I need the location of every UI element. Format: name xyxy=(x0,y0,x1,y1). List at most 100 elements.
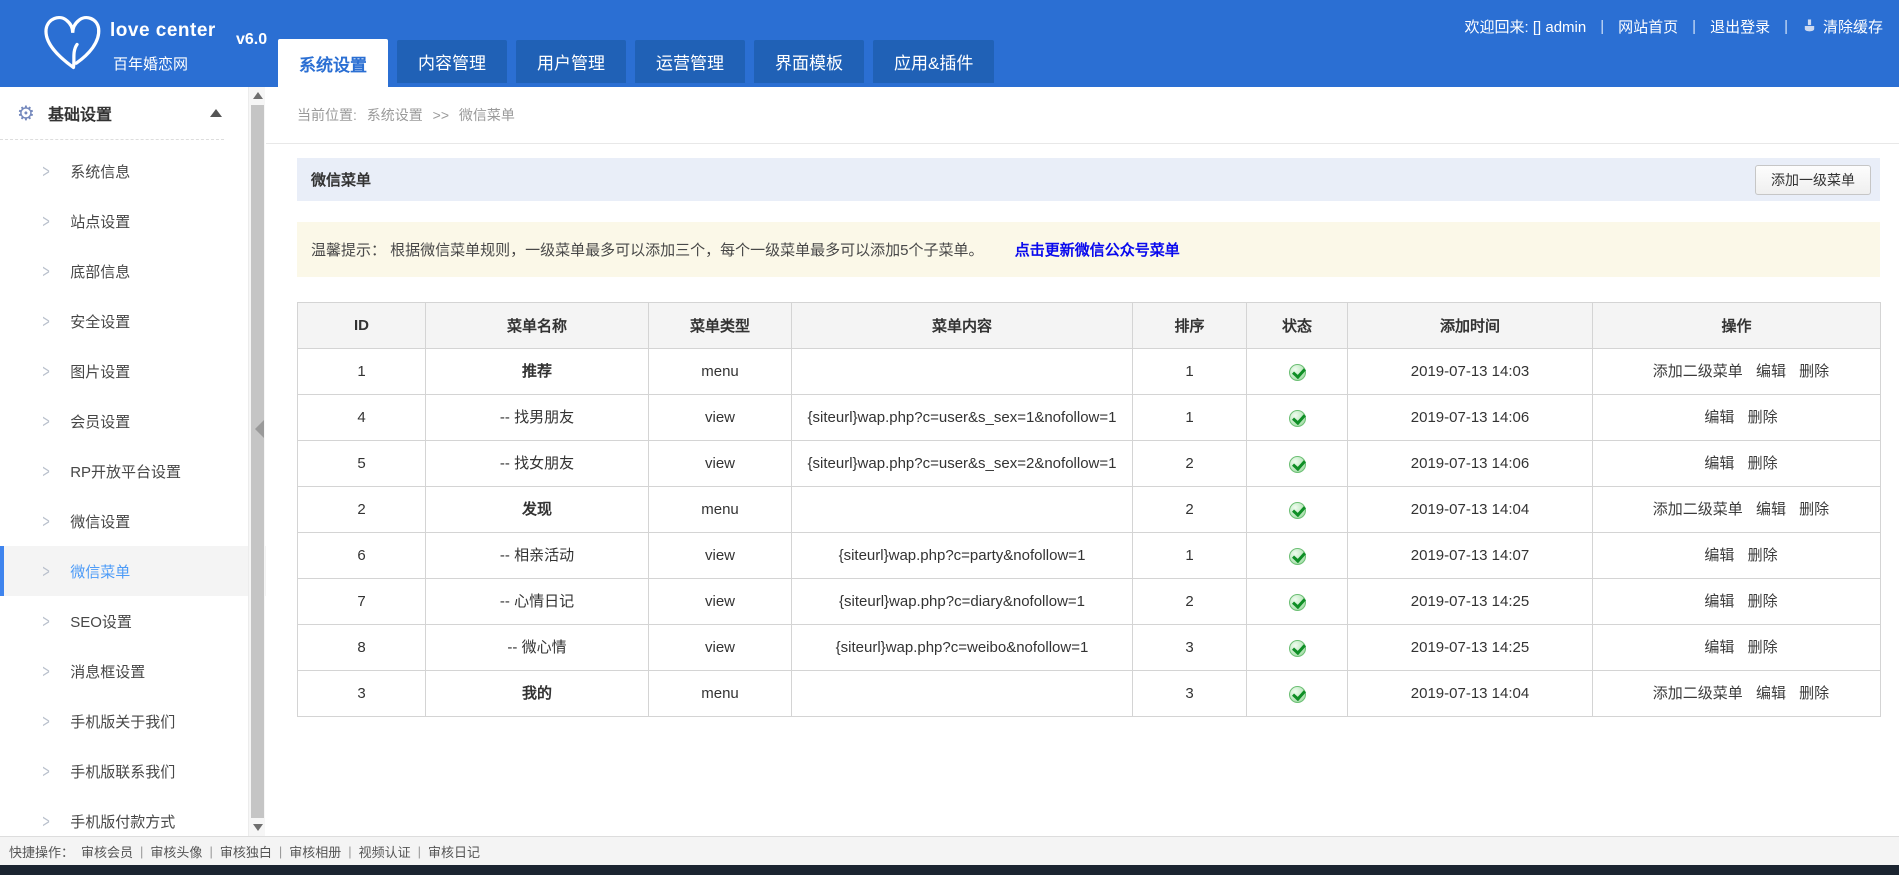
sidebar-item-member-settings[interactable]: >会员设置 xyxy=(0,396,266,446)
col-id: ID xyxy=(298,303,426,349)
logo-title: love center xyxy=(110,20,216,42)
edit-link[interactable]: 编辑 xyxy=(1756,501,1786,518)
sidebar-item-mobile-about-us[interactable]: >手机版关于我们 xyxy=(0,696,266,746)
status-enabled-icon[interactable] xyxy=(1289,686,1306,703)
delete-link[interactable]: 删除 xyxy=(1748,409,1778,426)
chevron-right-icon: > xyxy=(42,461,49,482)
cell-status xyxy=(1247,441,1348,487)
review-monologue-link[interactable]: 审核独白 xyxy=(220,842,272,861)
sidebar-item-seo-settings[interactable]: >SEO设置 xyxy=(0,596,266,646)
sidebar-item-wechat-menu[interactable]: >微信菜单 xyxy=(0,546,266,596)
sidebar-items: >系统信息 >站点设置 >底部信息 >安全设置 >图片设置 >会员设置 >RP开… xyxy=(0,146,266,836)
chevron-right-icon: > xyxy=(42,511,49,532)
clear-cache-link[interactable]: 清除缓存 xyxy=(1823,16,1883,37)
delete-link[interactable]: 删除 xyxy=(1799,363,1829,380)
quick-actions-label: 快捷操作： xyxy=(9,842,74,861)
sidebar-item-wechat-settings[interactable]: >微信设置 xyxy=(0,496,266,546)
delete-link[interactable]: 删除 xyxy=(1799,501,1829,518)
separator: | xyxy=(418,844,421,859)
status-enabled-icon[interactable] xyxy=(1289,364,1306,381)
edit-link[interactable]: 编辑 xyxy=(1704,639,1734,656)
add-submenu-link[interactable]: 添加二级菜单 xyxy=(1653,363,1743,380)
sidebar-group-header[interactable]: ⚙ 基础设置 xyxy=(0,87,266,139)
breadcrumb: 当前位置: 系统设置 >> 微信菜单 xyxy=(266,87,1899,144)
status-enabled-icon[interactable] xyxy=(1289,502,1306,519)
cell-actions: 编辑 删除 xyxy=(1593,625,1881,671)
delete-link[interactable]: 删除 xyxy=(1748,547,1778,564)
scroll-up-button[interactable] xyxy=(249,87,266,104)
cell-menu-type: view xyxy=(649,579,792,625)
sidebar-item-system-info[interactable]: >系统信息 xyxy=(0,146,266,196)
edit-link[interactable]: 编辑 xyxy=(1704,593,1734,610)
cell-actions: 编辑 删除 xyxy=(1593,441,1881,487)
edit-link[interactable]: 编辑 xyxy=(1704,409,1734,426)
review-diary-link[interactable]: 审核日记 xyxy=(428,842,480,861)
add-submenu-link[interactable]: 添加二级菜单 xyxy=(1653,685,1743,702)
status-enabled-icon[interactable] xyxy=(1289,456,1306,473)
status-enabled-icon[interactable] xyxy=(1289,410,1306,427)
tab-apps-plugins[interactable]: 应用&插件 xyxy=(873,40,994,83)
cell-id: 7 xyxy=(298,579,426,625)
add-submenu-link[interactable]: 添加二级菜单 xyxy=(1653,501,1743,518)
status-enabled-icon[interactable] xyxy=(1289,594,1306,611)
edit-link[interactable]: 编辑 xyxy=(1704,547,1734,564)
cell-menu-content: {siteurl}wap.php?c=weibo&nofollow=1 xyxy=(792,625,1133,671)
review-albums-link[interactable]: 审核相册 xyxy=(289,842,341,861)
tab-user-management[interactable]: 用户管理 xyxy=(516,40,626,83)
edit-link[interactable]: 编辑 xyxy=(1756,363,1786,380)
update-wechat-menu-link[interactable]: 点击更新微信公众号菜单 xyxy=(1015,242,1180,259)
collapse-up-icon[interactable] xyxy=(210,109,222,117)
scroll-down-button[interactable] xyxy=(249,819,266,836)
sidebar-item-image-settings[interactable]: >图片设置 xyxy=(0,346,266,396)
table-row: 8 -- 微心情 view {siteurl}wap.php?c=weibo&n… xyxy=(298,625,1881,671)
edit-link[interactable]: 编辑 xyxy=(1756,685,1786,702)
cell-sort: 1 xyxy=(1133,395,1247,441)
logout-link[interactable]: 退出登录 xyxy=(1710,16,1770,37)
delete-link[interactable]: 删除 xyxy=(1748,455,1778,472)
edit-link[interactable]: 编辑 xyxy=(1704,455,1734,472)
sidebar-collapse-handle[interactable] xyxy=(255,420,264,438)
tab-content-management[interactable]: 内容管理 xyxy=(397,40,507,83)
cell-menu-content xyxy=(792,671,1133,717)
sidebar-item-mobile-contact-us[interactable]: >手机版联系我们 xyxy=(0,746,266,796)
sidebar-item-footer-info[interactable]: >底部信息 xyxy=(0,246,266,296)
sidebar-item-rp-open-platform[interactable]: >RP开放平台设置 xyxy=(0,446,266,496)
chevron-right-icon: > xyxy=(42,411,49,432)
table-row: 3 我的 menu 3 2019-07-13 14:04 添加二级菜单 编辑 删… xyxy=(298,671,1881,717)
tab-system-settings[interactable]: 系统设置 xyxy=(278,39,388,87)
cell-status xyxy=(1247,671,1348,717)
breadcrumb-section[interactable]: 系统设置 xyxy=(367,107,423,123)
site-home-link[interactable]: 网站首页 xyxy=(1618,16,1678,37)
cell-actions: 编辑 删除 xyxy=(1593,395,1881,441)
sidebar-scrollbar[interactable] xyxy=(248,87,265,836)
tab-operations-management[interactable]: 运营管理 xyxy=(635,40,745,83)
sidebar-item-message-box-settings[interactable]: >消息框设置 xyxy=(0,646,266,696)
cell-added-time: 2019-07-13 14:04 xyxy=(1348,671,1593,717)
status-enabled-icon[interactable] xyxy=(1289,640,1306,657)
add-top-menu-button[interactable]: 添加一级菜单 xyxy=(1755,165,1871,195)
video-verification-link[interactable]: 视频认证 xyxy=(359,842,411,861)
table-row: 2 发现 menu 2 2019-07-13 14:04 添加二级菜单 编辑 删… xyxy=(298,487,1881,533)
delete-link[interactable]: 删除 xyxy=(1748,639,1778,656)
cell-menu-content: {siteurl}wap.php?c=diary&nofollow=1 xyxy=(792,579,1133,625)
cell-menu-content: {siteurl}wap.php?c=user&s_sex=1&nofollow… xyxy=(792,395,1133,441)
review-avatars-link[interactable]: 审核头像 xyxy=(150,842,202,861)
status-enabled-icon[interactable] xyxy=(1289,548,1306,565)
cell-id: 1 xyxy=(298,349,426,395)
delete-link[interactable]: 删除 xyxy=(1748,593,1778,610)
separator: | xyxy=(279,844,282,859)
cell-sort: 1 xyxy=(1133,533,1247,579)
sidebar-item-site-settings[interactable]: >站点设置 xyxy=(0,196,266,246)
cell-added-time: 2019-07-13 14:03 xyxy=(1348,349,1593,395)
sidebar-item-security-settings[interactable]: >安全设置 xyxy=(0,296,266,346)
tab-interface-templates[interactable]: 界面模板 xyxy=(754,40,864,83)
chevron-right-icon: > xyxy=(42,311,49,332)
review-members-link[interactable]: 审核会员 xyxy=(81,842,133,861)
cell-sort: 3 xyxy=(1133,671,1247,717)
sidebar-item-mobile-payment[interactable]: >手机版付款方式 xyxy=(0,796,266,836)
header-user-area: 欢迎回来: [] admin | 网站首页 | 退出登录 | 清除缓存 xyxy=(1465,16,1883,37)
scrollbar-thumb[interactable] xyxy=(251,105,264,818)
cell-menu-content xyxy=(792,349,1133,395)
brush-icon xyxy=(1802,19,1817,34)
delete-link[interactable]: 删除 xyxy=(1799,685,1829,702)
